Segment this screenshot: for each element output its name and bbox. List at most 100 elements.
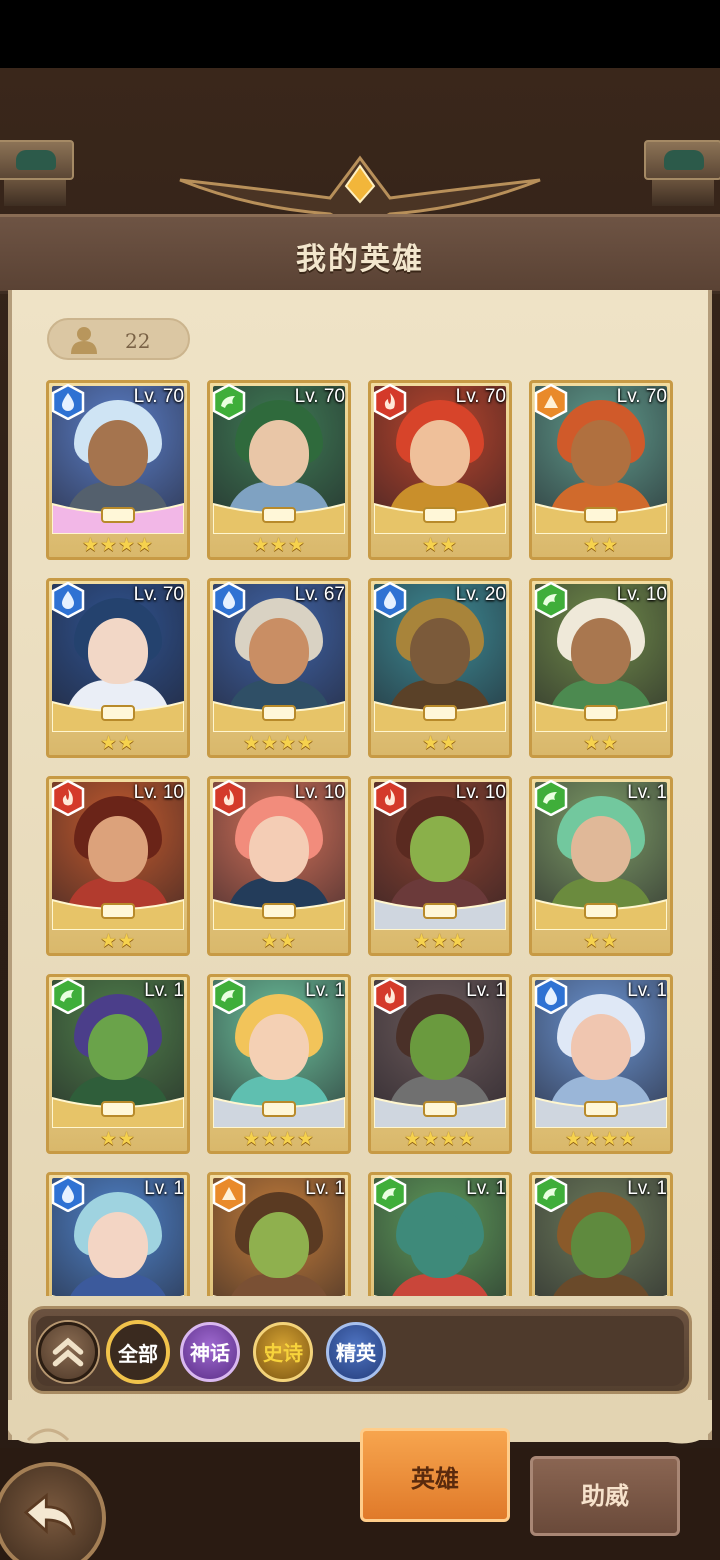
hero-card[interactable]: Lv. 1 ★★★★ [368,974,512,1154]
element-fire-icon [212,780,246,816]
hero-stars: ★★ [99,732,137,754]
hero-card[interactable]: Lv. 1 ★★ [529,776,673,956]
hero-card[interactable]: Lv. 1 [368,1172,512,1296]
hero-card[interactable]: Lv. 1 ★★★★ [207,974,351,1154]
tab-assist[interactable]: 助威 [530,1456,680,1536]
hero-card[interactable]: Lv. 70 ★★ [368,380,512,560]
hero-card[interactable]: Lv. 67 ★★★★ [207,578,351,758]
hero-level: Lv. 1 [305,1178,345,1199]
hero-level: Lv. 70 [294,386,345,407]
hero-level: Lv. 1 [144,1178,184,1199]
filter-elite-button[interactable]: 精英 [326,1322,386,1382]
hero-level: Lv. 20 [455,584,506,605]
element-nature-icon [534,1176,568,1212]
rank-emblem [213,1096,345,1128]
rank-emblem [52,898,184,930]
rank-emblem [535,700,667,732]
element-fire-icon [373,780,407,816]
element-nature-icon [373,1176,407,1212]
tab-heroes[interactable]: 英雄 [360,1428,510,1522]
double-chevron-up-icon [52,1337,84,1367]
element-water-icon [51,582,85,618]
hero-level: Lv. 1 [627,782,667,803]
hero-card[interactable]: Lv. 70 ★★★ [207,380,351,560]
rank-emblem [374,898,506,930]
hero-level: Lv. 10 [294,782,345,803]
hero-level: Lv. 70 [133,584,184,605]
element-fire-icon [373,978,407,1014]
element-nature-icon [212,978,246,1014]
filter-myth-button[interactable]: 神话 [180,1322,240,1382]
element-earth-icon [534,384,568,420]
hero-stars: ★★ [421,732,459,754]
hero-card[interactable]: Lv. 1 [46,1172,190,1296]
hero-card[interactable]: Lv. 20 ★★ [368,578,512,758]
hero-level: Lv. 10 [616,584,667,605]
hero-card[interactable]: Lv. 70 ★★★★ [46,380,190,560]
hero-card[interactable]: Lv. 10 ★★★ [368,776,512,956]
hero-stars: ★★ [99,1128,137,1150]
back-arrow-icon [23,1492,76,1536]
hero-stars: ★★ [421,534,459,556]
status-bar-area [0,0,720,68]
rank-emblem [213,1294,345,1296]
hero-level: Lv. 1 [466,1178,506,1199]
hero-stars: ★★★★ [403,1128,477,1150]
hero-level: Lv. 1 [466,980,506,1001]
rank-emblem [535,502,667,534]
filter-epic-button[interactable]: 史诗 [253,1322,313,1382]
hero-level: Lv. 1 [305,980,345,1001]
hero-stars: ★★ [582,930,620,952]
element-earth-icon [212,1176,246,1212]
rank-emblem [535,1096,667,1128]
collapse-button[interactable] [38,1322,98,1382]
rank-emblem [213,502,345,534]
hero-card[interactable]: Lv. 1 ★★★★ [529,974,673,1154]
hero-level: Lv. 10 [455,782,506,803]
hero-stars: ★★★ [251,534,307,556]
rank-emblem [535,898,667,930]
element-fire-icon [373,384,407,420]
hero-stars: ★★★ [412,930,468,952]
hero-level: Lv. 70 [133,386,184,407]
rank-emblem [52,502,184,534]
hero-stars: ★★ [582,732,620,754]
rank-emblem [535,1294,667,1296]
filter-all-button[interactable]: 全部 [106,1320,170,1384]
hero-level: Lv. 10 [133,782,184,803]
hero-card[interactable]: Lv. 10 ★★ [207,776,351,956]
hero-grid: Lv. 70 ★★★★ Lv. 70 ★★★ Lv. 70 ★★ Lv. 70 ★★ Lv. 7… [40,378,680,1296]
back-button[interactable] [0,1462,106,1560]
hero-level: Lv. 67 [294,584,345,605]
hero-level: Lv. 70 [616,386,667,407]
rank-emblem [213,898,345,930]
rank-emblem [52,700,184,732]
hero-level: Lv. 70 [455,386,506,407]
hero-card[interactable]: Lv. 70 ★★ [46,578,190,758]
rank-emblem [374,700,506,732]
element-water-icon [212,582,246,618]
hero-level: Lv. 1 [627,1178,667,1199]
hero-card[interactable]: Lv. 10 ★★ [529,578,673,758]
hero-stars: ★★ [582,534,620,556]
hero-card[interactable]: Lv. 70 ★★ [529,380,673,560]
hero-stars: ★★★★ [564,1128,638,1150]
hero-card[interactable]: Lv. 1 [207,1172,351,1296]
hero-count-badge: 22 [47,318,190,360]
hero-level: Lv. 1 [627,980,667,1001]
hero-stars: ★★ [99,930,137,952]
element-nature-icon [534,582,568,618]
hero-card[interactable]: Lv. 1 ★★ [46,974,190,1154]
hero-card[interactable]: Lv. 10 ★★ [46,776,190,956]
hero-collection-screen: 我的英雄 22 Lv. 70 ★★★★ Lv. 70 ★★★ Lv. 70 ★★ Lv. 7… [0,0,720,1560]
element-nature-icon [534,780,568,816]
rank-emblem [374,502,506,534]
rank-emblem [374,1294,506,1296]
rank-emblem [52,1294,184,1296]
element-water-icon [51,384,85,420]
page-title: 我的英雄 [296,242,424,277]
element-fire-icon [51,780,85,816]
rank-emblem [213,700,345,732]
hero-card[interactable]: Lv. 1 [529,1172,673,1296]
person-icon [71,327,97,354]
